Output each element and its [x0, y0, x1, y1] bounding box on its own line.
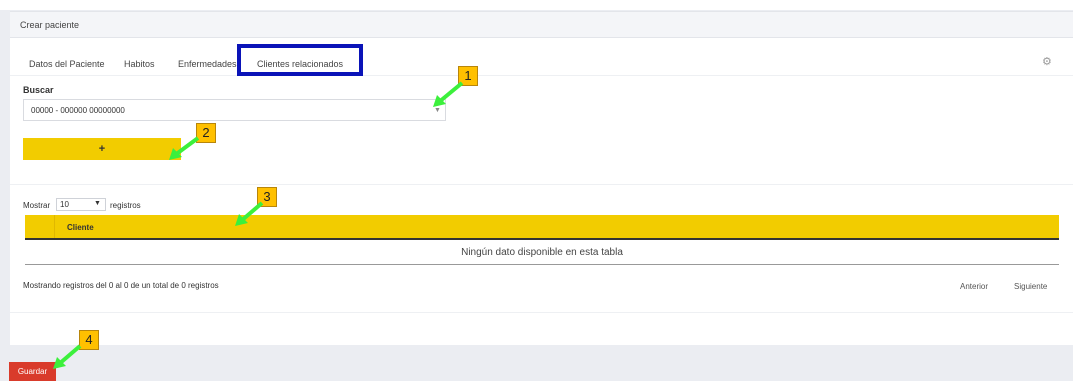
page-length-select[interactable]: 10 ▼	[56, 198, 106, 211]
save-button[interactable]: Guardar	[9, 362, 56, 381]
pagination-previous[interactable]: Anterior	[960, 282, 988, 291]
tab-datos-del-paciente[interactable]: Datos del Paciente	[29, 59, 105, 69]
arrow-icon	[169, 136, 200, 160]
tab-habitos[interactable]: Habitos	[124, 59, 155, 69]
search-label: Buscar	[23, 85, 54, 95]
arrow-icon	[433, 81, 464, 107]
arrow-icon	[235, 201, 264, 226]
page-title: Crear paciente	[20, 20, 80, 30]
page-length-value: 10	[60, 200, 69, 209]
tab-clientes-relacionados[interactable]: Clientes relacionados	[257, 59, 343, 69]
tab-bar: Datos del Paciente Habitos Enfermedades …	[10, 38, 1073, 76]
table-header: Cliente	[25, 215, 1059, 240]
table-header-select-column[interactable]	[25, 215, 55, 238]
panel-header: Crear paciente	[10, 11, 1073, 38]
form-panel: Datos del Paciente Habitos Enfermedades …	[10, 38, 1073, 345]
gear-icon[interactable]: ⚙	[1042, 55, 1052, 68]
divider	[10, 184, 1073, 185]
table-empty-message: Ningún dato disponible en esta tabla	[461, 247, 623, 258]
panel-bottom-line	[10, 312, 1073, 313]
chevron-down-icon: ▼	[94, 200, 101, 207]
add-client-button[interactable]: +	[23, 138, 181, 160]
length-label-suffix: registros	[110, 201, 141, 210]
table-header-cliente[interactable]: Cliente	[67, 223, 94, 232]
arrow-icon	[53, 344, 82, 369]
table-empty-row: Ningún dato disponible en esta tabla	[25, 240, 1059, 265]
clients-table: Cliente Ningún dato disponible en esta t…	[25, 215, 1059, 265]
tab-enfermedades[interactable]: Enfermedades	[178, 59, 237, 69]
search-select[interactable]: 00000 - 000000 00000000 ▼	[23, 99, 446, 121]
top-strip	[0, 0, 1073, 10]
page: Crear paciente Datos del Paciente Habito…	[0, 0, 1073, 381]
pagination-next[interactable]: Siguiente	[1014, 282, 1047, 291]
table-info: Mostrando registros del 0 al 0 de un tot…	[23, 281, 219, 290]
length-label-prefix: Mostrar	[23, 201, 51, 210]
search-select-value: 00000 - 000000 00000000	[31, 106, 125, 115]
